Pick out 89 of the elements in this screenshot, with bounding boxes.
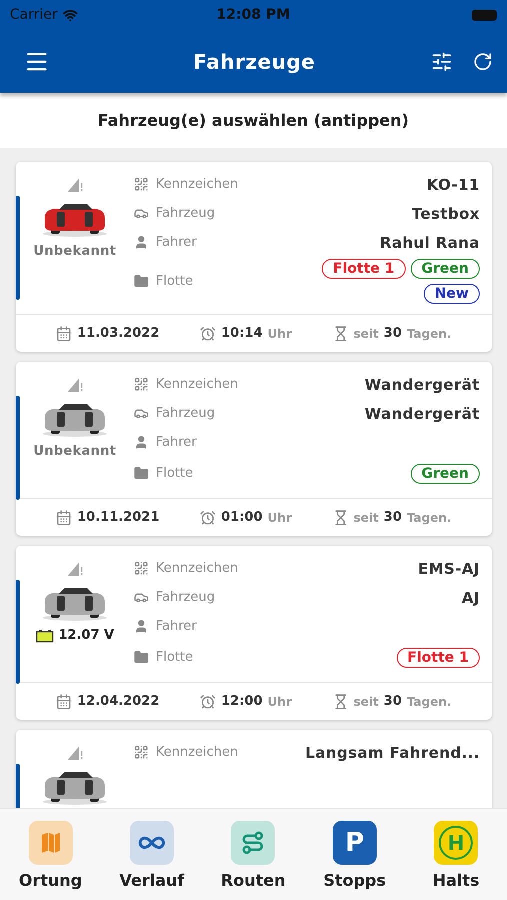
date-text: 12.04.2022 bbox=[77, 694, 160, 709]
date-text: 11.03.2022 bbox=[77, 326, 160, 341]
refresh-icon bbox=[473, 52, 493, 72]
alarm-clock-icon bbox=[200, 510, 216, 526]
field-value: Rahul Rana bbox=[380, 234, 480, 252]
page-title: Fahrzeuge bbox=[192, 50, 316, 74]
field-label: Flotte bbox=[156, 274, 194, 289]
time-text: 12:00 bbox=[221, 694, 263, 709]
qr-code-icon bbox=[134, 745, 149, 760]
field-value: EMS-AJ bbox=[418, 560, 480, 578]
alarm-clock-icon bbox=[200, 694, 216, 710]
person-icon bbox=[134, 619, 149, 634]
wifi-icon bbox=[62, 8, 78, 22]
field-label: Kennzeichen bbox=[156, 377, 240, 392]
calendar-icon bbox=[56, 694, 72, 710]
folder-icon bbox=[134, 650, 149, 665]
infinity-icon bbox=[130, 821, 174, 865]
since-days: 30 bbox=[384, 326, 402, 341]
route-icon bbox=[231, 821, 276, 865]
fleet-tag: New bbox=[424, 284, 480, 304]
field-value: Wandergerät bbox=[364, 376, 480, 394]
nav-tab[interactable]: P Stopps bbox=[310, 821, 400, 890]
calendar-icon bbox=[56, 510, 72, 526]
fleet-tag: Flotte 1 bbox=[396, 648, 480, 668]
fleet-tag: Flotte 1 bbox=[322, 259, 406, 279]
date-text: 10.11.2021 bbox=[77, 510, 160, 525]
nav-tab[interactable]: Ortung bbox=[6, 821, 96, 890]
field-value: KO-11 bbox=[426, 176, 480, 194]
battery-icon bbox=[36, 628, 54, 642]
field-label: Fahrer bbox=[156, 619, 198, 634]
nav-tab[interactable]: H Halts bbox=[411, 821, 502, 890]
time-text: 10:14 bbox=[221, 326, 263, 341]
person-icon bbox=[134, 235, 149, 250]
status-text: Unbekannt bbox=[34, 244, 116, 259]
qr-code-icon bbox=[134, 561, 149, 576]
time-unit: Uhr bbox=[268, 694, 292, 708]
nav-tab[interactable]: Verlauf bbox=[107, 821, 198, 890]
field-label: Fahrer bbox=[156, 235, 198, 250]
vehicle-card[interactable]: Kennzeichen Langsam Fahrend... bbox=[16, 730, 492, 808]
since-suffix: Tagen. bbox=[407, 326, 452, 340]
calendar-icon bbox=[56, 326, 72, 342]
time-unit: Uhr bbox=[268, 326, 292, 340]
qr-code-icon bbox=[134, 177, 149, 192]
time-text: 01:00 bbox=[221, 510, 263, 525]
field-label: Kennzeichen bbox=[156, 177, 240, 192]
time-unit: Uhr bbox=[268, 510, 292, 524]
field-value: Langsam Fahrend... bbox=[306, 744, 480, 762]
map-icon bbox=[28, 821, 73, 865]
vehicle-card[interactable]: Unbekannt Kennzeichen KO-11 Fahrzeug Testbox Fahrer Rahul Rana Flotte Flotte 1 Green New 11.03.2022 10:14 Uhr seit 30 Tagen. bbox=[16, 162, 492, 352]
field-value: Wandergerät bbox=[364, 404, 480, 422]
nav-tab[interactable]: Routen bbox=[208, 821, 298, 890]
since-suffix: Tagen. bbox=[407, 510, 452, 524]
hourglass-icon bbox=[332, 694, 349, 710]
clock: 12:08 PM bbox=[216, 7, 290, 23]
field-value: AJ bbox=[462, 588, 480, 606]
field-label: Kennzeichen bbox=[156, 561, 240, 576]
hourglass-icon bbox=[332, 510, 349, 526]
status-text: Unbekannt bbox=[34, 444, 116, 459]
field-label: Fahrzeug bbox=[156, 206, 216, 221]
since-suffix: Tagen. bbox=[407, 694, 452, 708]
fleet-tag: Green bbox=[410, 464, 480, 484]
field-label: Fahrer bbox=[156, 435, 198, 450]
parking-sign: P bbox=[332, 821, 377, 865]
since-prefix: seit bbox=[354, 326, 379, 340]
field-label: Fahrzeug bbox=[156, 406, 216, 421]
hourglass-icon bbox=[332, 326, 349, 342]
vehicle-card[interactable]: Unbekannt Kennzeichen Wandergerät Fahrzeug Wandergerät Fahrer Flotte Green 10.11.2021 01:00 Uhr seit 30 Tagen. bbox=[16, 362, 492, 536]
folder-icon bbox=[134, 466, 149, 481]
alarm-clock-icon bbox=[200, 326, 216, 342]
instruction-text: Fahrzeug(e) auswählen (antippen) bbox=[0, 93, 507, 148]
since-prefix: seit bbox=[354, 510, 379, 524]
person-icon bbox=[134, 435, 149, 450]
vehicle-card[interactable]: 12.07 V Kennzeichen EMS-AJ Fahrzeug AJ Fahrer Flotte Flotte 1 12.04.2022 12:00 Uhr seit 30 Tagen. bbox=[16, 546, 492, 720]
field-label: Fahrzeug bbox=[156, 590, 216, 605]
since-days: 30 bbox=[384, 694, 402, 709]
qr-code-icon bbox=[134, 377, 149, 392]
battery-voltage: 12.07 V bbox=[58, 628, 114, 643]
field-label: Kennzeichen bbox=[156, 745, 240, 760]
field-value: Testbox bbox=[412, 204, 480, 222]
battery-icon bbox=[472, 10, 497, 20]
field-label: Flotte bbox=[156, 650, 194, 665]
field-label: Flotte bbox=[156, 466, 194, 481]
carrier-label: Carrier bbox=[10, 7, 58, 23]
folder-icon bbox=[134, 274, 149, 289]
bus-stop-sign: H bbox=[434, 821, 478, 865]
since-days: 30 bbox=[384, 510, 402, 525]
sliders-icon bbox=[431, 50, 453, 72]
fleet-tag: Green bbox=[410, 259, 480, 279]
since-prefix: seit bbox=[354, 694, 379, 708]
